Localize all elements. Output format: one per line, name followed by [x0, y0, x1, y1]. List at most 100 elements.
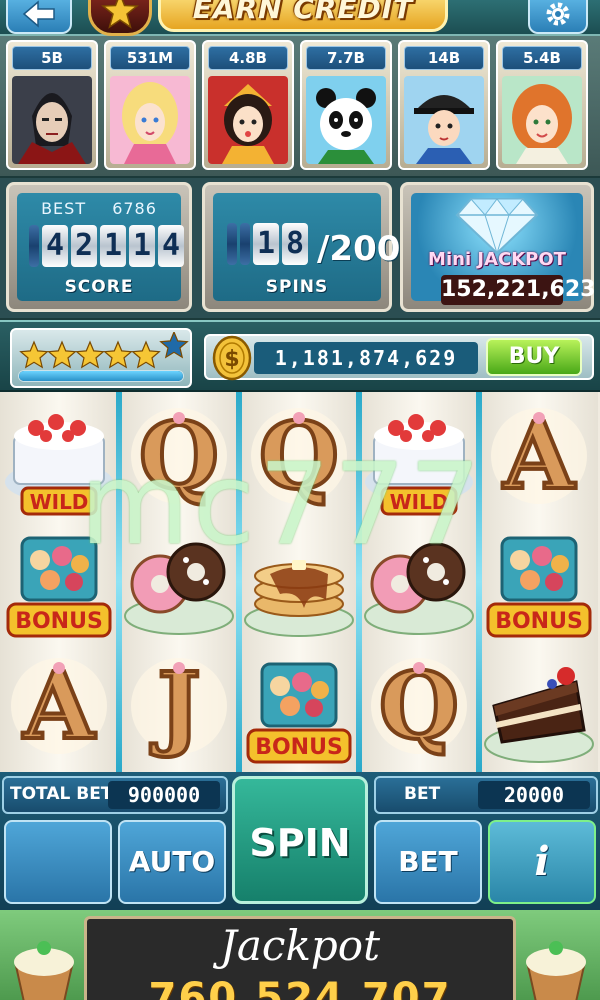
- bonus-platter-symbol: BONUS: [240, 646, 358, 770]
- player-card[interactable]: 5.4B: [496, 40, 588, 170]
- cupcake-icon: [14, 941, 74, 1000]
- top-bar: EARN CREDIT: [0, 0, 600, 36]
- xp-progress-bar: [18, 370, 184, 382]
- score-digit: 2: [71, 225, 97, 267]
- star-filled-icon: [75, 340, 105, 369]
- mini-jackpot-value: 152,221,623: [441, 275, 595, 305]
- score-label: SCORE: [64, 277, 134, 297]
- player-credit: 4.8B: [208, 46, 288, 70]
- star-filled-icon: [131, 340, 161, 369]
- bet-label: BET: [404, 784, 441, 804]
- cupcake-icon: [526, 941, 586, 1000]
- info-panels: BEST 6786 4 2 1 1 4 SCORE 1 8 /200 SPINS…: [0, 178, 600, 318]
- score-counter: 4 2 1 1 4: [29, 225, 184, 267]
- vip-badge[interactable]: [88, 0, 152, 36]
- player-card[interactable]: 4.8B: [202, 40, 294, 170]
- total-bet-value: 900000: [108, 781, 220, 809]
- score-panel: BEST 6786 4 2 1 1 4 SCORE: [6, 182, 192, 312]
- info-button[interactable]: i: [488, 820, 596, 904]
- best-value: 6786: [112, 199, 157, 218]
- letter-Q-symbol: Q: [240, 396, 358, 520]
- empty-button[interactable]: [4, 820, 112, 904]
- donuts-symbol: [120, 520, 238, 644]
- spins-total: /200: [317, 229, 401, 269]
- svg-text:$: $: [224, 347, 239, 372]
- letter-A-symbol: A: [480, 396, 598, 520]
- vampire-avatar: [12, 76, 92, 164]
- jackpot-footer: Jackpot 760,524,707: [0, 910, 600, 1000]
- best-label: BEST: [41, 199, 87, 218]
- player-card[interactable]: 5B: [6, 40, 98, 170]
- player-card[interactable]: 7.7B: [300, 40, 392, 170]
- star-filled-icon: [19, 340, 49, 369]
- auto-spin-button[interactable]: AUTO: [118, 820, 226, 904]
- diamond-icon: [455, 198, 539, 255]
- bet-display: BET 20000: [374, 776, 598, 814]
- spins-inner: 1 8 /200 SPINS: [213, 193, 400, 301]
- svg-text:BONUS: BONUS: [255, 735, 343, 760]
- info-icon: i: [534, 838, 550, 885]
- level-stars: [19, 332, 189, 369]
- player-credit: 7.7B: [306, 46, 386, 70]
- svg-text:WILD: WILD: [390, 490, 449, 514]
- donuts-symbol: [360, 520, 478, 644]
- score-digit: 4: [42, 225, 68, 267]
- spins-label: SPINS: [265, 277, 329, 297]
- letter-J-symbol: J: [120, 646, 238, 770]
- panda-avatar: [306, 76, 386, 164]
- status-bar: $ 1,181,874,629 BUY: [0, 320, 600, 392]
- coin-balance: 1,181,874,629: [254, 342, 478, 374]
- star-icon: [101, 0, 139, 29]
- xp-progress-fill: [19, 371, 183, 381]
- bonus-platter-symbol: BONUS: [480, 520, 598, 644]
- bet-bar: TOTAL BET 900000 BET 20000 AUTO SPIN BET…: [0, 772, 600, 910]
- player-credit: 5B: [12, 46, 92, 70]
- counter-cap: [29, 225, 39, 267]
- settings-button[interactable]: [528, 0, 588, 34]
- player-credit: 531M: [110, 46, 190, 70]
- earn-credit-label: EARN CREDIT: [192, 0, 414, 25]
- buy-button[interactable]: BUY: [486, 338, 582, 376]
- counter-cap: [240, 223, 250, 265]
- player-card[interactable]: 14B: [398, 40, 490, 170]
- level-box[interactable]: [10, 328, 192, 388]
- star-filled-icon: [47, 340, 77, 369]
- player-card[interactable]: 531M: [104, 40, 196, 170]
- spins-counter: 1 8: [227, 223, 308, 265]
- pancakes-symbol: [240, 520, 358, 644]
- players-row: 5B 531M 4.8B 7.7B 14B 5.4B: [0, 36, 600, 176]
- coin-icon: $: [212, 335, 252, 381]
- earn-credit-button[interactable]: EARN CREDIT: [158, 0, 448, 32]
- svg-text:BONUS: BONUS: [495, 609, 583, 634]
- svg-text:BONUS: BONUS: [15, 609, 103, 634]
- cake-wild-symbol: WILD: [360, 396, 478, 520]
- bet-button[interactable]: BET: [374, 820, 482, 904]
- player-credit: 5.4B: [502, 46, 582, 70]
- letter-A-symbol: A: [0, 646, 118, 770]
- score-digit: 4: [158, 225, 184, 267]
- svg-text:WILD: WILD: [30, 490, 89, 514]
- score-digit: 1: [100, 225, 126, 267]
- jackpot-board: Jackpot 760,524,707: [84, 916, 516, 1000]
- score-digit: 1: [129, 225, 155, 267]
- bet-value: 20000: [478, 781, 590, 809]
- arrow-left-icon: [22, 0, 55, 28]
- cake-wild-symbol: WILD: [0, 396, 118, 520]
- star-filled-icon: [103, 340, 133, 369]
- chocolate-cake-symbol: [480, 646, 598, 770]
- redhead-avatar: [502, 76, 582, 164]
- mini-jackpot-panel: Mini JACKPOT 152,221,623: [400, 182, 595, 312]
- spins-digit: 1: [253, 223, 279, 265]
- coins-box: $ 1,181,874,629 BUY: [204, 334, 594, 381]
- best-score: BEST 6786: [17, 199, 181, 218]
- back-button[interactable]: [6, 0, 72, 34]
- jackpot-value: 760,524,707: [148, 975, 452, 1000]
- spins-digit: 8: [282, 223, 308, 265]
- player-credit: 14B: [404, 46, 484, 70]
- total-bet-display: TOTAL BET 900000: [2, 776, 228, 814]
- score-inner: BEST 6786 4 2 1 1 4 SCORE: [17, 193, 184, 301]
- spin-button[interactable]: SPIN: [232, 776, 368, 904]
- bonus-platter-symbol: BONUS: [0, 520, 118, 644]
- dancer-avatar: [208, 76, 288, 164]
- letter-Q-symbol: Q: [360, 646, 478, 770]
